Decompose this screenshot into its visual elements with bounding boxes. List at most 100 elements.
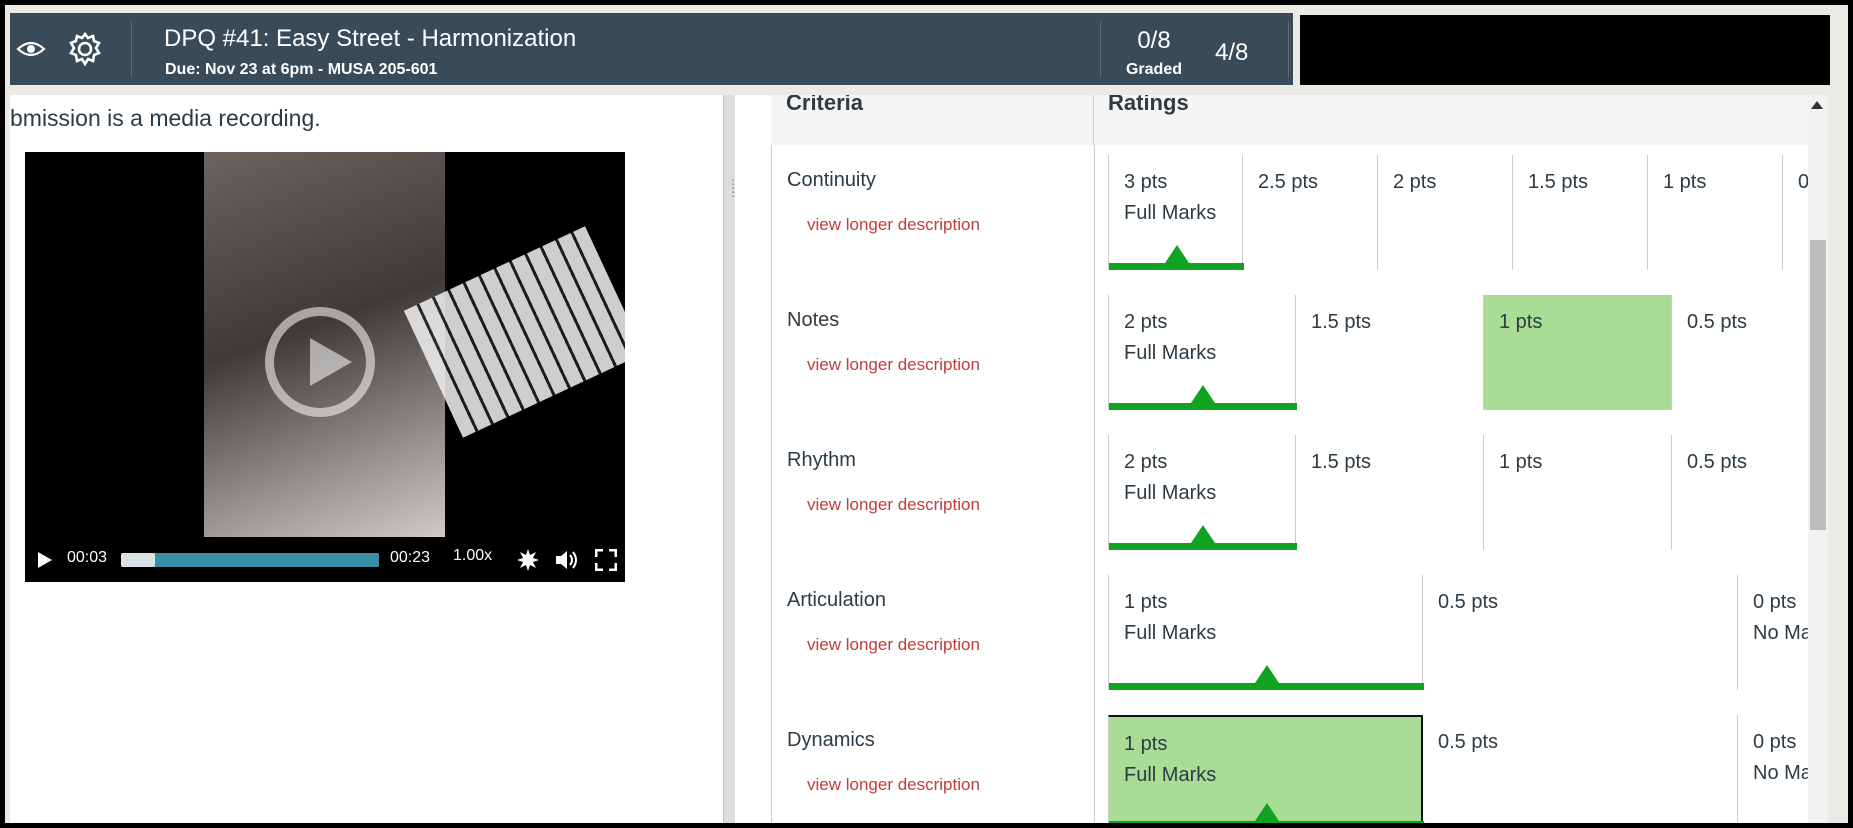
volume-icon[interactable] bbox=[555, 549, 579, 571]
criterion-cell: Notes view longer description bbox=[771, 285, 1095, 425]
view-description-link[interactable]: view longer description bbox=[807, 215, 980, 235]
rating-option[interactable]: 2 pts Full Marks bbox=[1108, 435, 1297, 550]
rating-points: 2 pts bbox=[1393, 171, 1437, 193]
criterion-name: Rhythm bbox=[787, 449, 856, 471]
rating-option[interactable]: 0.5 pts bbox=[1423, 715, 1738, 823]
gear-icon[interactable] bbox=[67, 31, 103, 67]
rating-description: Full Marks bbox=[1124, 764, 1217, 786]
full-marks-marker-icon bbox=[1164, 245, 1189, 263]
submission-pane: bmission is a media recording. 00:03 00:… bbox=[10, 95, 723, 823]
rating-option[interactable]: 0.5 pts bbox=[1423, 575, 1738, 690]
rating-points: 0.5 pts bbox=[1438, 731, 1499, 753]
rubric-header: Criteria Ratings bbox=[771, 95, 1828, 146]
rating-points: 1 pts bbox=[1499, 451, 1543, 473]
full-marks-marker-icon bbox=[1191, 385, 1215, 403]
rating-option[interactable]: 1 pts bbox=[1484, 295, 1672, 410]
rating-option[interactable]: 1.5 pts bbox=[1296, 295, 1484, 410]
rating-points: 1.5 pts bbox=[1311, 311, 1372, 333]
graded-label: Graded bbox=[1125, 61, 1182, 78]
rating-points: 1 pts bbox=[1499, 311, 1543, 333]
rating-points: 0 pts bbox=[1753, 731, 1797, 753]
rating-points: 0.5 pts bbox=[1687, 311, 1748, 333]
rating-option[interactable]: 1 pts bbox=[1648, 155, 1783, 270]
criterion-name: Notes bbox=[787, 309, 840, 331]
rating-points: 1 pts bbox=[1124, 591, 1168, 613]
rating-option[interactable]: 1 pts Full Marks bbox=[1108, 715, 1424, 823]
rating-points: 0 pts bbox=[1753, 591, 1797, 613]
rubric-row: Rhythm view longer description 2 pts Full M… bbox=[771, 425, 1828, 566]
header-divider bbox=[1093, 95, 1094, 145]
rubric-row: Articulation view longer description 1 pts… bbox=[771, 565, 1828, 706]
rating-description: Full Marks bbox=[1124, 202, 1217, 224]
video-player[interactable]: 00:03 00:23 1.00x bbox=[25, 152, 625, 582]
video-controls: 00:03 00:23 1.00x bbox=[25, 537, 625, 582]
rating-option[interactable]: 3 pts Full Marks bbox=[1108, 155, 1244, 270]
full-marks-bar bbox=[1109, 403, 1297, 410]
play-overlay-icon[interactable] bbox=[265, 307, 375, 417]
criteria-header: Criteria bbox=[786, 95, 864, 115]
rating-points: 1.5 pts bbox=[1528, 171, 1589, 193]
full-marks-marker-icon bbox=[1191, 525, 1215, 543]
eye-icon[interactable] bbox=[16, 35, 46, 63]
header-divider bbox=[1288, 21, 1289, 77]
scroll-up-icon[interactable] bbox=[1811, 101, 1823, 109]
rating-option[interactable]: 2 pts Full Marks bbox=[1108, 295, 1297, 410]
rating-option[interactable]: 2.5 pts bbox=[1243, 155, 1378, 270]
full-marks-marker-icon bbox=[1254, 665, 1279, 683]
criterion-cell: Rhythm view longer description bbox=[771, 425, 1095, 565]
submission-note: bmission is a media recording. bbox=[10, 105, 321, 131]
full-marks-bar bbox=[1109, 683, 1424, 690]
rating-option[interactable]: 2 pts bbox=[1378, 155, 1513, 270]
rubric-pane: Criteria Ratings Continuity view longer d… bbox=[735, 95, 1828, 823]
criterion-name: Continuity bbox=[787, 169, 876, 191]
current-time: 00:03 bbox=[67, 549, 108, 566]
full-marks-bar bbox=[1109, 263, 1244, 270]
rating-description: Full Marks bbox=[1124, 342, 1217, 364]
progress-bar[interactable] bbox=[121, 553, 379, 567]
rubric-scrollbar[interactable] bbox=[1808, 95, 1828, 823]
assignment-title[interactable]: DPQ #41: Easy Street - Harmonization bbox=[164, 25, 576, 53]
rubric-row: Continuity view longer description 3 pts Fu… bbox=[771, 145, 1828, 286]
rating-option[interactable]: 0.5 pts bbox=[1672, 295, 1827, 410]
rating-description: Full Marks bbox=[1124, 482, 1217, 504]
view-description-link[interactable]: view longer description bbox=[807, 355, 980, 375]
criterion-cell: Articulation view longer description bbox=[771, 565, 1095, 705]
rating-option[interactable]: 1 pts bbox=[1484, 435, 1672, 550]
ratings-header: Ratings bbox=[1108, 95, 1189, 115]
app-frame: DPQ #41: Easy Street - Harmonization Due… bbox=[5, 5, 1848, 823]
student-position: 4/8 bbox=[1215, 39, 1249, 66]
student-selector-panel[interactable] bbox=[1300, 15, 1830, 85]
rubric-row: Dynamics view longer description 1 pts Full… bbox=[771, 705, 1828, 823]
rating-points: 1 pts bbox=[1124, 733, 1168, 755]
view-description-link[interactable]: view longer description bbox=[807, 775, 980, 795]
rating-option[interactable]: 1 pts Full Marks bbox=[1108, 575, 1424, 690]
assignment-due: Due: Nov 23 at 6pm - MUSA 205-601 bbox=[165, 61, 438, 78]
video-content bbox=[403, 226, 625, 438]
duration: 00:23 bbox=[390, 549, 431, 566]
full-marks-bar bbox=[1109, 543, 1297, 550]
rating-points: 1 pts bbox=[1663, 171, 1707, 193]
view-description-link[interactable]: view longer description bbox=[807, 635, 980, 655]
rating-points: 0.5 pts bbox=[1687, 451, 1748, 473]
scroll-thumb[interactable] bbox=[1810, 240, 1826, 530]
rating-points: 3 pts bbox=[1124, 171, 1168, 193]
rating-points: 0.5 pts bbox=[1438, 591, 1499, 613]
rating-option[interactable]: 1.5 pts bbox=[1513, 155, 1648, 270]
rating-description: Full Marks bbox=[1124, 622, 1217, 644]
progress-fill bbox=[121, 553, 155, 567]
full-marks-marker-icon bbox=[1254, 803, 1279, 821]
view-description-link[interactable]: view longer description bbox=[807, 495, 980, 515]
fullscreen-icon[interactable] bbox=[595, 549, 617, 571]
play-icon[interactable] bbox=[37, 551, 53, 569]
rating-option[interactable]: 0.5 pts bbox=[1672, 435, 1827, 550]
rating-points: 2 pts bbox=[1124, 311, 1168, 333]
rating-option[interactable]: 1.5 pts bbox=[1296, 435, 1484, 550]
rating-points: 2.5 pts bbox=[1258, 171, 1319, 193]
settings-icon[interactable] bbox=[517, 549, 539, 571]
rubric-row: Notes view longer description 2 pts Full Ma… bbox=[771, 285, 1828, 426]
playback-speed[interactable]: 1.00x bbox=[453, 547, 492, 565]
criterion-name: Dynamics bbox=[787, 729, 875, 751]
header-divider bbox=[1100, 21, 1101, 77]
criterion-cell: Dynamics view longer description bbox=[771, 705, 1095, 823]
criterion-cell: Continuity view longer description bbox=[771, 145, 1095, 285]
